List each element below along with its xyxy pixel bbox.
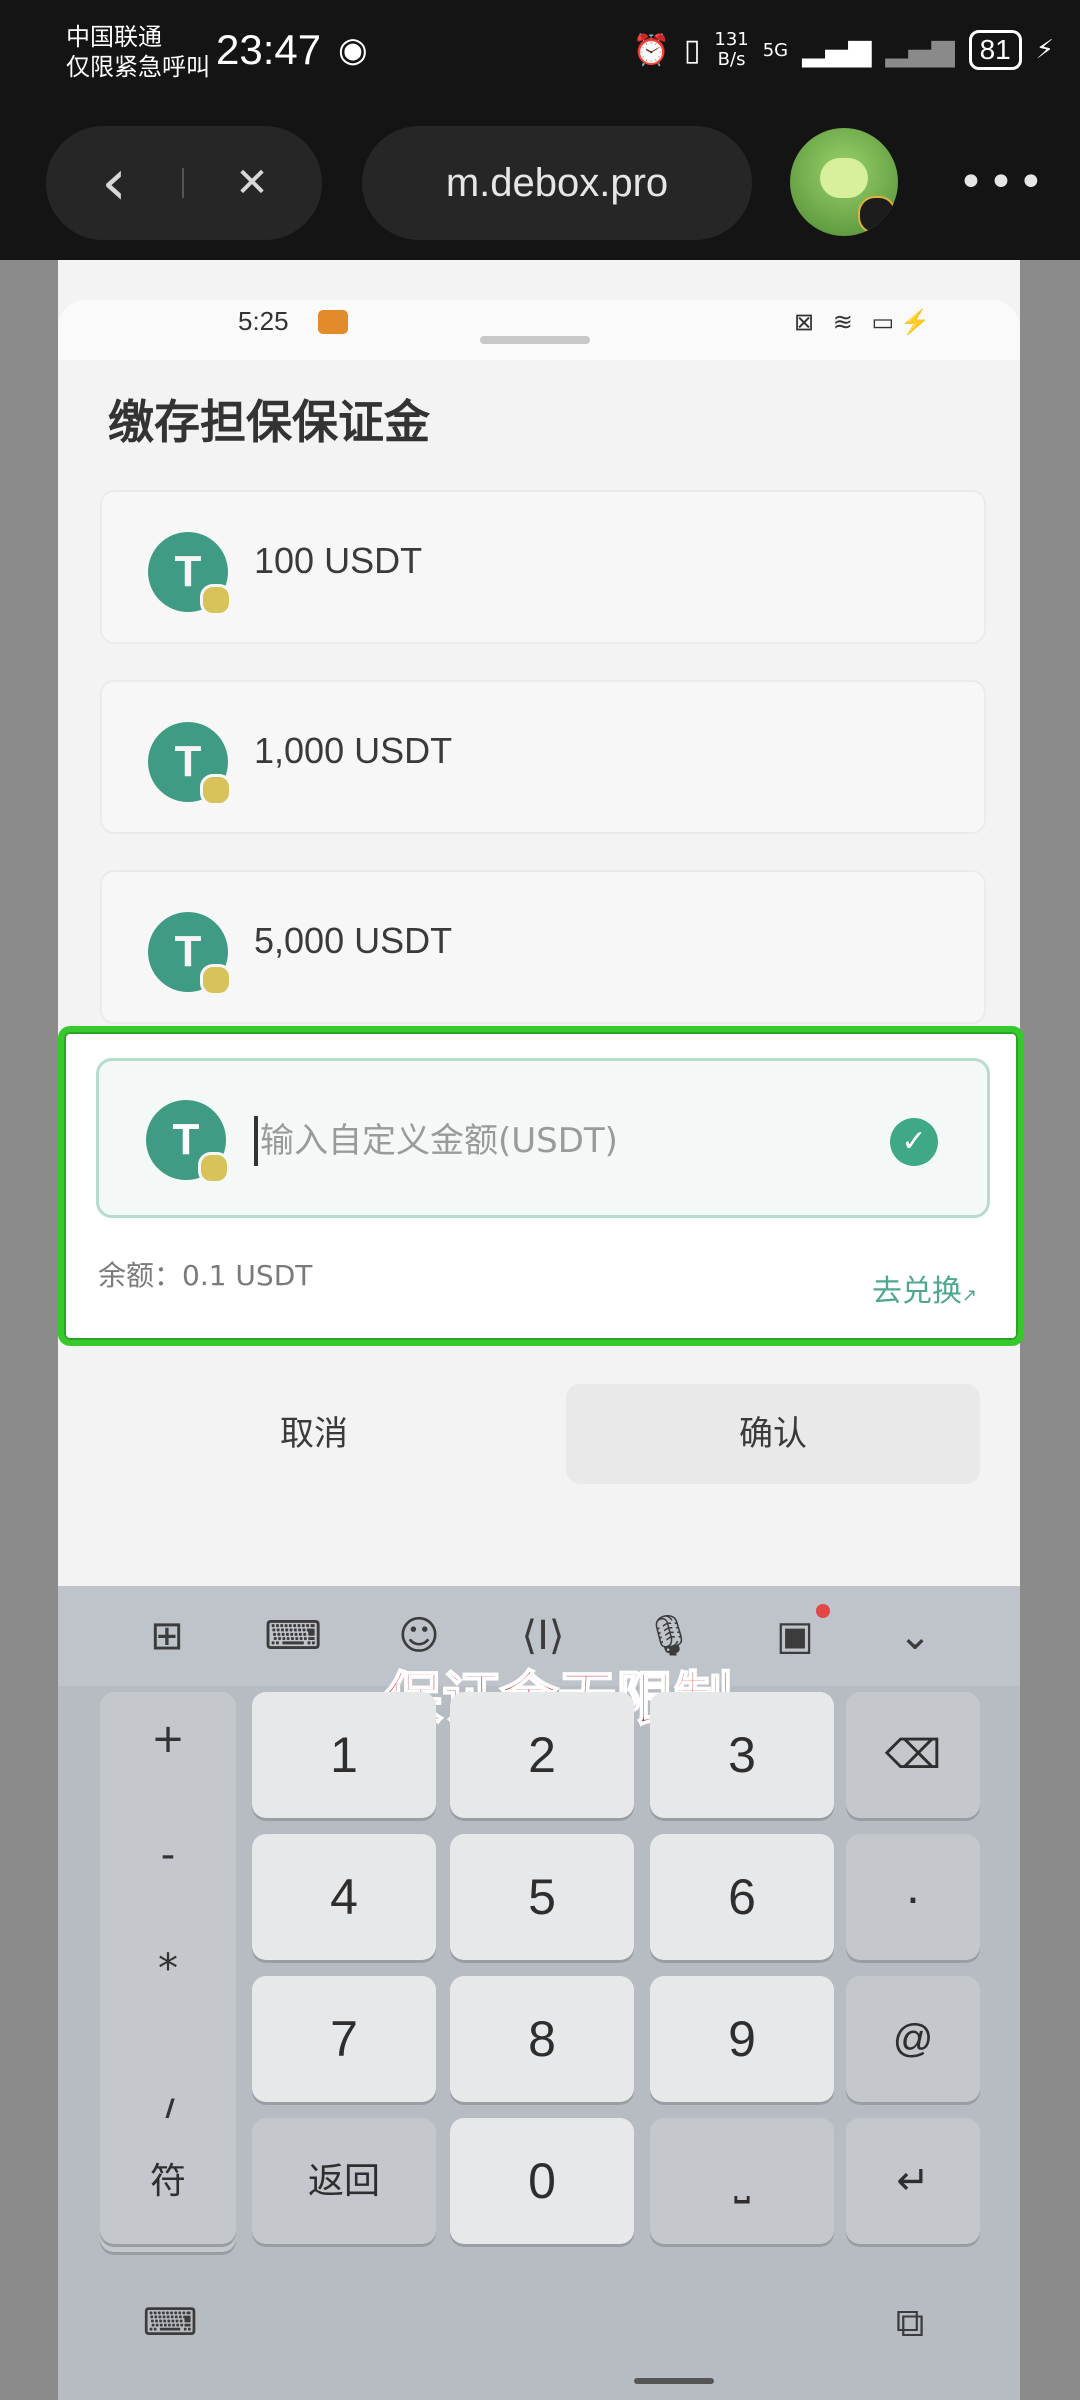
avatar[interactable]: [790, 128, 898, 236]
grid-icon[interactable]: ⊞: [132, 1606, 202, 1666]
key-6[interactable]: 6: [650, 1834, 834, 1960]
custom-amount-input[interactable]: [260, 1110, 860, 1172]
back-icon[interactable]: ‹: [46, 126, 182, 240]
avatar-face: [820, 158, 868, 198]
enter-key[interactable]: ↵: [846, 2118, 980, 2244]
backspace-key[interactable]: ⌫: [846, 1692, 980, 1818]
keyboard-icon[interactable]: ⌨: [258, 1606, 328, 1666]
speed-value: 131: [714, 29, 749, 50]
cancel-button[interactable]: 取消: [98, 1384, 530, 1484]
usdt-icon: T: [146, 1100, 230, 1184]
inner-status-time: 5:25: [238, 306, 289, 336]
balance-text: 余额：0.1 USDT: [98, 1259, 313, 1292]
status-icons: ⏰ ▯ 131 B/s 5G ▂▄▆ ▂▄▆ 81 ⚡: [632, 28, 1054, 72]
key-2[interactable]: 2: [450, 1692, 634, 1818]
avatar-badge-icon: [858, 196, 896, 234]
battery-level: 81: [968, 30, 1022, 70]
check-icon: ✓: [890, 1118, 938, 1166]
status-time: 23:47: [216, 26, 322, 73]
carrier-info: 中国联通 仅限紧急呼叫: [66, 22, 210, 82]
amount-option-label: 5,000 USDT: [254, 920, 453, 961]
space-key[interactable]: ⎵: [650, 2118, 834, 2244]
usdt-icon: T: [148, 532, 232, 616]
more-menu-icon[interactable]: •••: [958, 150, 1044, 216]
key-8[interactable]: 8: [450, 1976, 634, 2102]
key-0[interactable]: 0: [450, 2118, 634, 2244]
arrow-icon: ↗: [962, 1285, 978, 1306]
close-icon[interactable]: ✕: [184, 126, 320, 240]
amount-option-label: 1,000 USDT: [254, 730, 453, 771]
symbols-key[interactable]: 符: [100, 2118, 236, 2244]
amount-option-1000[interactable]: T 1,000 USDT: [100, 680, 986, 834]
sheet-drag-handle[interactable]: [480, 336, 590, 344]
alarm-icon: ⏰: [632, 32, 670, 68]
usdt-icon: T: [148, 722, 232, 806]
usdt-icon: T: [148, 912, 232, 996]
key-3[interactable]: 3: [650, 1692, 834, 1818]
at-key[interactable]: @: [846, 1976, 980, 2102]
plus-key[interactable]: +: [100, 1716, 236, 1762]
swap-link-label: 去兑换: [872, 1274, 962, 1309]
text-cursor: [254, 1116, 258, 1166]
multiply-key[interactable]: *: [100, 1946, 236, 1992]
signal-icon: ▂▄▆: [802, 32, 872, 68]
charging-icon: ⚡: [1035, 35, 1054, 65]
notification-dot: [816, 1604, 830, 1618]
dot-key[interactable]: ·: [846, 1834, 980, 1960]
amount-option-label: 100 USDT: [254, 540, 423, 581]
key-9[interactable]: 9: [650, 1976, 834, 2102]
network-type: 5G: [762, 39, 789, 61]
key-1[interactable]: 1: [252, 1692, 436, 1818]
eye-icon: ◉: [338, 30, 368, 70]
amount-option-5000[interactable]: T 5,000 USDT: [100, 870, 986, 1024]
keyboard-switch-icon[interactable]: ⌨: [140, 2300, 200, 2350]
return-back-key[interactable]: 返回: [252, 2118, 436, 2244]
sheet-title: 缴存担保保证金: [108, 395, 430, 449]
clipboard-manager-icon[interactable]: ⧉: [880, 2300, 940, 2354]
inner-status-icons: ⊠ ≋ ▭⚡: [794, 309, 937, 336]
carrier-name: 中国联通: [66, 23, 162, 51]
key-5[interactable]: 5: [450, 1834, 634, 1960]
address-bar[interactable]: m.debox.pro: [362, 126, 752, 240]
home-indicator[interactable]: [634, 2378, 714, 2384]
speed-unit: B/s: [717, 49, 746, 70]
swap-link[interactable]: 去兑换↗: [872, 1266, 977, 1310]
collapse-icon[interactable]: ⌄: [880, 1606, 950, 1666]
key-7[interactable]: 7: [252, 1976, 436, 2102]
signal-icon-2: ▂▄▆: [885, 32, 955, 68]
confirm-button[interactable]: 确认: [566, 1384, 980, 1484]
carrier-status: 仅限紧急呼叫: [66, 53, 210, 81]
inner-notification-icon: [318, 310, 348, 334]
network-speed: 131 B/s: [714, 30, 748, 70]
amount-option-100[interactable]: T 100 USDT: [100, 490, 986, 644]
minus-key[interactable]: -: [100, 1832, 236, 1878]
vibrate-icon: ▯: [683, 32, 701, 68]
key-4[interactable]: 4: [252, 1834, 436, 1960]
nav-controls: ‹ ✕: [46, 126, 322, 240]
